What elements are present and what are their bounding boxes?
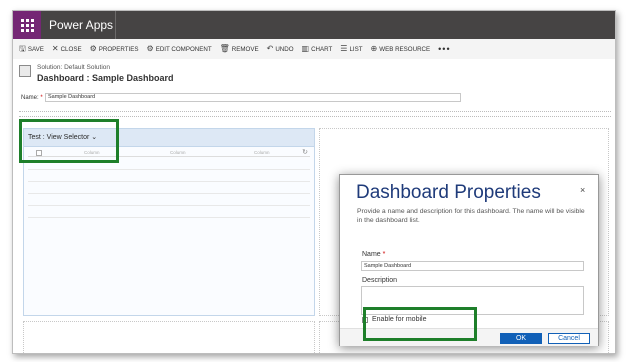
web-resource-button[interactable]: ⊕ WEB RESOURCE — [371, 45, 431, 53]
refresh-icon[interactable]: ↻ — [302, 148, 308, 156]
table-row — [28, 205, 310, 206]
list-icon: ☰ — [340, 44, 348, 53]
gear-icon: ⚙ — [146, 44, 154, 53]
gear-icon: ⚙ — [89, 44, 97, 53]
remove-button[interactable]: 🗑 REMOVE — [220, 45, 259, 53]
dashboard-icon — [19, 65, 31, 77]
properties-button[interactable]: ⚙ PROPERTIES — [90, 45, 139, 53]
undo-button[interactable]: ↶ UNDO — [267, 45, 294, 53]
dialog-title: Dashboard Properties — [356, 182, 541, 203]
table-row — [28, 181, 310, 182]
name-label: Name: * — [21, 95, 43, 101]
column-header: Column — [170, 150, 186, 155]
close-icon: ✕ — [51, 44, 59, 53]
empty-component-slot[interactable] — [23, 321, 315, 353]
close-button[interactable]: ✕ CLOSE — [52, 45, 82, 53]
table-row — [28, 169, 310, 170]
solution-label: Solution: Default Solution — [37, 64, 110, 71]
app-name: Power Apps — [49, 18, 114, 32]
save-icon: 🖫 — [19, 44, 26, 53]
dialog-description: Provide a name and description for this … — [357, 208, 585, 224]
topbar-divider — [115, 11, 116, 39]
save-button[interactable]: 🖫 SAVE — [19, 45, 44, 53]
waffle-icon — [20, 18, 34, 32]
section-divider — [19, 111, 611, 112]
cancel-button[interactable]: Cancel — [548, 333, 590, 344]
chart-icon: ▥ — [301, 44, 310, 53]
chart-button[interactable]: ▥ CHART — [302, 45, 333, 53]
top-bar: Power Apps — [13, 11, 615, 39]
name-input[interactable]: Sample Dashboard — [45, 93, 461, 102]
command-bar: 🖫 SAVE ✕ CLOSE ⚙ PROPERTIES ⚙ EDIT COMPONENT… — [13, 39, 615, 59]
more-commands-button[interactable]: ••• — [438, 44, 450, 54]
app-launcher-button[interactable] — [13, 11, 41, 39]
ok-button[interactable]: OK — [500, 333, 542, 344]
highlight-box — [19, 119, 119, 163]
app-window: Power Apps 🖫 SAVE ✕ CLOSE ⚙ PROPERTIES ⚙ EDI… — [12, 10, 616, 354]
description-label: Description — [362, 277, 398, 284]
undo-icon: ↶ — [266, 44, 274, 53]
table-row — [28, 217, 310, 218]
edit-component-button[interactable]: ⚙ EDIT COMPONENT — [147, 45, 212, 53]
globe-icon: ⊕ — [370, 44, 378, 53]
highlight-box — [363, 307, 477, 341]
list-button[interactable]: ☰ LIST — [340, 45, 362, 53]
trash-icon: 🗑 — [219, 44, 230, 53]
column-header: Column — [254, 150, 270, 155]
name-label: Name * — [362, 251, 386, 258]
section-divider — [19, 116, 611, 117]
table-row — [28, 193, 310, 194]
page-title: Dashboard : Sample Dashboard — [37, 73, 174, 83]
dialog-name-input[interactable]: Sample Dashboard — [361, 261, 584, 271]
close-icon[interactable]: × — [580, 185, 585, 195]
